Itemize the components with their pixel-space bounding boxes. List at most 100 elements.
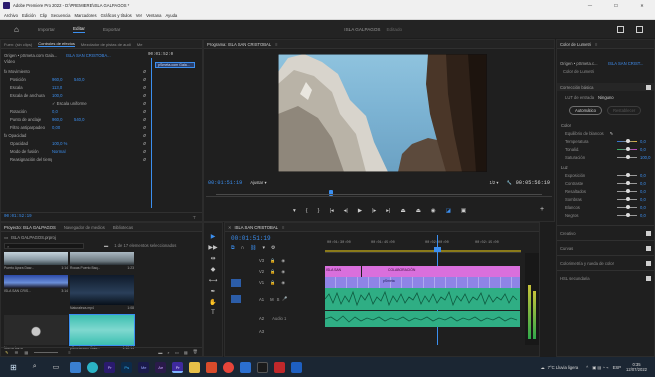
v1-lock-icon[interactable]: 🔒 (270, 280, 275, 286)
lumetri-section-header[interactable]: Colorimetría y rueda de color (557, 255, 654, 270)
reset-param-icon[interactable]: ↺ (142, 101, 146, 106)
tab-exportar[interactable]: Exportar (103, 27, 120, 32)
project-item-thumbnail[interactable] (4, 275, 68, 288)
workspace-icon[interactable] (617, 25, 625, 33)
slider-value[interactable]: 100,0 (640, 155, 650, 160)
spotify-icon[interactable] (257, 361, 269, 373)
tab-libraries[interactable]: Bibliotecas (113, 225, 133, 230)
basic-checkbox[interactable] (646, 84, 651, 90)
slider-knob[interactable] (626, 212, 630, 217)
menu-item-marcadores[interactable]: Marcadores (74, 13, 96, 18)
home-icon[interactable]: ⌂ (14, 25, 19, 34)
clip-audio-2[interactable] (324, 311, 520, 327)
slider-knob[interactable] (626, 138, 630, 143)
search-bin-icon[interactable]: ⌕ (167, 350, 169, 355)
slider-knob[interactable] (626, 180, 630, 185)
v2-lock-icon[interactable]: 🔒 (270, 269, 275, 275)
effect-row-value-1[interactable]: 960,0 (52, 77, 74, 82)
linked-icon[interactable]: ⛓ (250, 245, 256, 251)
slider-value[interactable]: 0,0 (640, 213, 646, 218)
list-view-icon[interactable]: ☰ (15, 350, 19, 355)
slider-knob[interactable] (626, 188, 630, 193)
add-marker-icon[interactable]: ▾ (293, 208, 296, 214)
edge-icon[interactable] (87, 361, 99, 373)
auto-button[interactable]: Automático (569, 105, 602, 115)
slider-track[interactable] (617, 172, 637, 177)
clip-v1[interactable]: pSmeta (325, 277, 520, 288)
slider-track[interactable] (617, 154, 637, 159)
widgets-icon[interactable] (70, 361, 82, 373)
reset-param-icon[interactable]: ↺ (142, 117, 146, 122)
photoshop-taskbar-icon[interactable]: Ps (121, 361, 133, 373)
effect-row[interactable]: Rotación 0,0 ↺ (4, 107, 202, 115)
timeline-close-icon[interactable]: ✕ (228, 225, 232, 230)
pen-tool-icon[interactable]: ✒ (204, 288, 222, 295)
tray-icons[interactable]: ▣ ▤ ◔ ⌁ (592, 365, 608, 370)
effect-row-value-1[interactable]: 960,0 (52, 117, 74, 122)
type-tool-icon[interactable]: T (204, 310, 222, 316)
program-scrub-bar[interactable] (206, 190, 552, 197)
tab-effect-controls[interactable]: Controles de efectos (38, 41, 75, 47)
settings-icon[interactable]: ⚙ (271, 245, 275, 251)
reset-param-icon[interactable]: ↺ (142, 109, 146, 114)
premiere-taskbar-icon[interactable]: Pr (104, 361, 116, 373)
timeline-menu-icon[interactable]: ≡ (282, 225, 284, 230)
tab-metadata[interactable]: Me (137, 42, 143, 47)
slider-knob[interactable] (626, 146, 630, 151)
slider-track[interactable] (617, 138, 637, 143)
tab-media-browser[interactable]: Navegador de medios (64, 225, 105, 230)
menu-item-ayuda[interactable]: Ayuda (165, 13, 177, 18)
v2-eye-icon[interactable]: ◉ (281, 269, 285, 274)
go-to-out-icon[interactable]: ▸| (386, 208, 390, 214)
lumetri-slider-row[interactable]: Temperatura 0,0 (557, 137, 654, 145)
clock[interactable]: 0:35 12/07/2022 (626, 362, 647, 372)
effect-row[interactable]: Punto de anclaje 960,0 540,0 ↺ (4, 115, 202, 123)
light-section-label[interactable]: Luz (561, 165, 568, 170)
wrench-icon[interactable]: 🔧 (507, 180, 512, 186)
slider-track[interactable] (617, 146, 637, 151)
slider-track[interactable] (617, 180, 637, 185)
slider-knob[interactable] (626, 196, 630, 201)
effect-row[interactable]: fx Opacidad ↺ (4, 131, 202, 139)
filter-icon[interactable]: ⊤ (192, 215, 196, 220)
track-a1[interactable]: A1 (259, 297, 264, 302)
tab-source[interactable]: Fuen: (sin clips) (4, 42, 32, 47)
playhead-cap[interactable] (434, 247, 441, 252)
lumetri-section-header[interactable]: Curvas (557, 240, 654, 255)
weather-text[interactable]: 7°C Lluvia ligera (548, 365, 579, 370)
slider-value[interactable]: 0,0 (640, 147, 646, 152)
maximize-button[interactable]: ☐ (603, 3, 629, 8)
effect-row[interactable]: Escala 113,0 ↺ (4, 83, 202, 91)
reset-param-icon[interactable]: ↺ (142, 93, 146, 98)
mark-in-icon[interactable]: { (306, 208, 308, 214)
lumetri-slider-row[interactable]: Resaltados 0,0 (557, 187, 654, 195)
color-section-label[interactable]: Color (561, 123, 571, 128)
trash-icon[interactable]: 🗑 (193, 349, 198, 355)
zoom-slider[interactable] (34, 351, 59, 353)
v1-source-patch[interactable] (231, 278, 241, 287)
lumetri-slider-row[interactable]: Saturación 100,0 (557, 153, 654, 161)
media-encoder-taskbar-icon[interactable]: Me (138, 361, 150, 373)
menu-item-secuencia[interactable]: Secuencia (51, 13, 71, 18)
new-bin-icon[interactable]: ▭ (175, 350, 179, 355)
ripple-edit-icon[interactable]: ⇹ (204, 255, 222, 262)
lumetri-slider-row[interactable]: Negros 0,0 (557, 211, 654, 219)
a1-mic-icon[interactable]: 🎤 (282, 296, 287, 302)
project-item-thumbnail[interactable] (4, 252, 68, 265)
vr-icon[interactable]: ▣ (461, 208, 466, 214)
program-menu-icon[interactable]: ≡ (275, 42, 277, 47)
lumetri-seq[interactable]: ISLA SAN CRIST... (608, 61, 652, 66)
project-item[interactable]: Rocas Puerto Baq... 1:23 (70, 252, 134, 271)
menu-item-graficos[interactable]: Gráficos y títulos (101, 13, 132, 18)
fullscreen-icon[interactable] (636, 25, 644, 33)
word-icon[interactable] (291, 361, 303, 373)
timeline-ruler[interactable]: 00:01:30:00 00:01:45:00 00:02:00:00 00:0… (325, 235, 521, 253)
effect-row-value-2[interactable]: 540,0 (74, 117, 104, 122)
track-select-icon[interactable]: ▶▶ (204, 244, 222, 251)
reset-param-icon[interactable]: ↺ (142, 85, 146, 90)
minimize-button[interactable]: — (577, 3, 603, 8)
effect-row-value-2[interactable]: 540,0 (74, 77, 104, 82)
hand-tool-icon[interactable]: ✋ (204, 299, 222, 306)
slider-value[interactable]: 0,0 (640, 139, 646, 144)
v3-eye-icon[interactable]: ◉ (281, 258, 285, 263)
